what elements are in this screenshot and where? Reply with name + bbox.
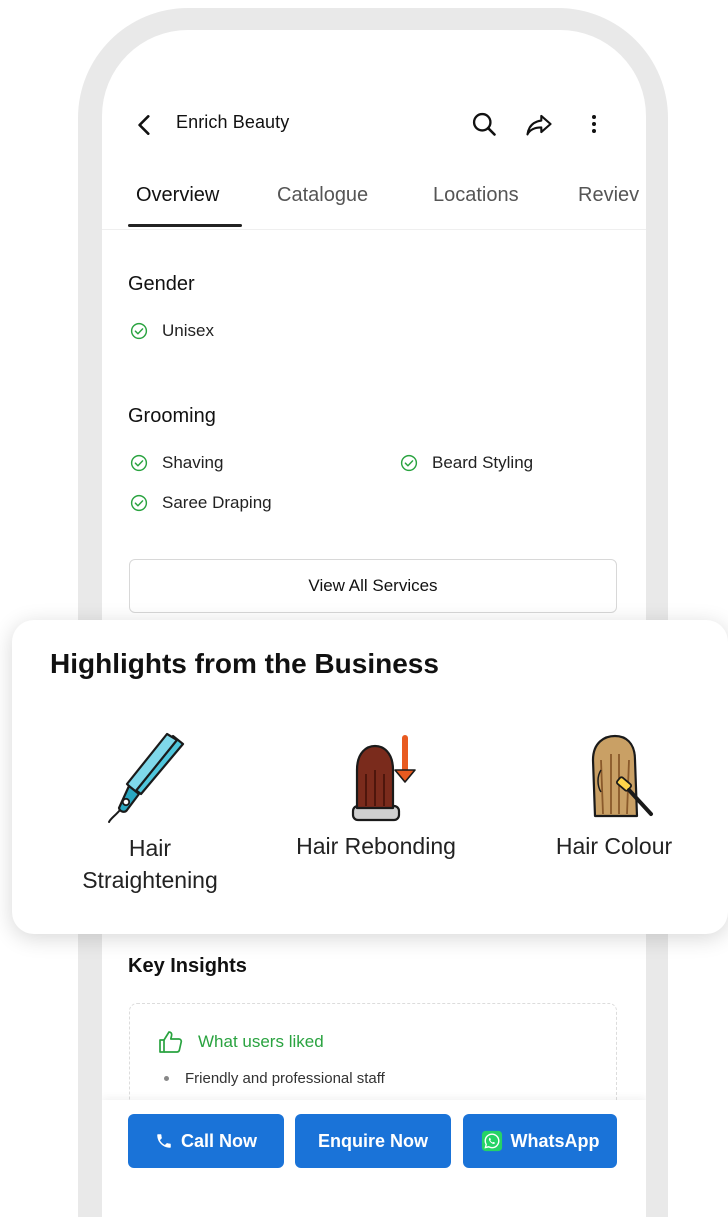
tab-catalogue[interactable]: Catalogue — [277, 184, 368, 207]
search-icon[interactable] — [470, 110, 498, 138]
enquire-now-label: Enquire Now — [317, 1130, 428, 1151]
highlight-hair-rebonding[interactable]: Hair Rebonding — [278, 730, 474, 862]
active-tab-indicator — [128, 224, 242, 227]
grooming-section-title: Grooming — [128, 405, 216, 427]
liked-item-text: Friendly and professional staff — [185, 1070, 385, 1087]
tab-locations[interactable]: Locations — [433, 184, 519, 207]
tab-bar: Overview Catalogue Locations Reviev — [102, 180, 646, 230]
highlights-card: Highlights from the Business Hair Straig… — [12, 620, 728, 934]
app-header: Enrich Beauty — [102, 108, 646, 148]
bottom-action-bar: Call Now Enquire Now WhatsApp — [102, 1100, 646, 1217]
check-circle-icon — [130, 322, 148, 340]
whatsapp-label: WhatsApp — [510, 1130, 600, 1151]
check-circle-icon — [130, 494, 148, 512]
whatsapp-button[interactable]: WhatsApp — [463, 1114, 617, 1168]
bullet-icon — [164, 1076, 169, 1081]
grooming-item-saree-draping: Saree Draping — [130, 493, 272, 513]
share-icon[interactable] — [524, 110, 554, 138]
view-all-services-button[interactable]: View All Services — [129, 559, 617, 613]
grooming-item-beard-styling: Beard Styling — [400, 453, 533, 473]
call-now-label: Call Now — [180, 1130, 257, 1151]
thumbs-up-icon — [159, 1031, 183, 1053]
check-item-label: Shaving — [162, 453, 224, 472]
gender-section-title: Gender — [128, 273, 195, 295]
more-vertical-icon[interactable] — [582, 110, 606, 138]
what-users-liked-label: What users liked — [198, 1032, 324, 1051]
hair-colour-icon — [591, 734, 653, 818]
what-users-liked-heading: What users liked — [158, 1030, 324, 1054]
check-item-label: Saree Draping — [162, 493, 272, 512]
phone-icon — [157, 1134, 171, 1148]
whatsapp-icon — [481, 1130, 502, 1152]
list-item: Friendly and professional staff — [164, 1070, 385, 1087]
chevron-left-icon[interactable] — [132, 112, 158, 138]
enquire-now-button[interactable]: Enquire Now — [295, 1114, 451, 1168]
tab-overview[interactable]: Overview — [136, 184, 219, 207]
check-item-label: Beard Styling — [432, 453, 534, 472]
hair-rebonding-icon — [351, 735, 416, 822]
highlights-title: Highlights from the Business — [50, 648, 439, 679]
page-title: Enrich Beauty — [176, 112, 290, 132]
highlight-label-line2: Straightening — [82, 867, 218, 893]
highlight-label-line1: Hair Rebonding — [296, 833, 456, 859]
highlight-label-line1: Hair Colour — [555, 833, 673, 859]
check-item-label: Unisex — [162, 321, 214, 340]
highlight-hair-straightening[interactable]: Hair Straightening — [62, 730, 238, 896]
grooming-item-shaving: Shaving — [130, 453, 223, 473]
highlight-hair-colour[interactable]: Hair Colour — [526, 730, 702, 862]
hair-straightener-icon — [108, 732, 185, 823]
tab-reviews[interactable]: Reviev — [578, 184, 639, 207]
check-circle-icon — [130, 454, 148, 472]
gender-item-unisex: Unisex — [130, 321, 214, 341]
highlight-label-line1: Hair — [128, 835, 172, 861]
check-circle-icon — [400, 454, 418, 472]
call-now-button[interactable]: Call Now — [128, 1114, 284, 1168]
key-insights-title: Key Insights — [128, 955, 247, 977]
